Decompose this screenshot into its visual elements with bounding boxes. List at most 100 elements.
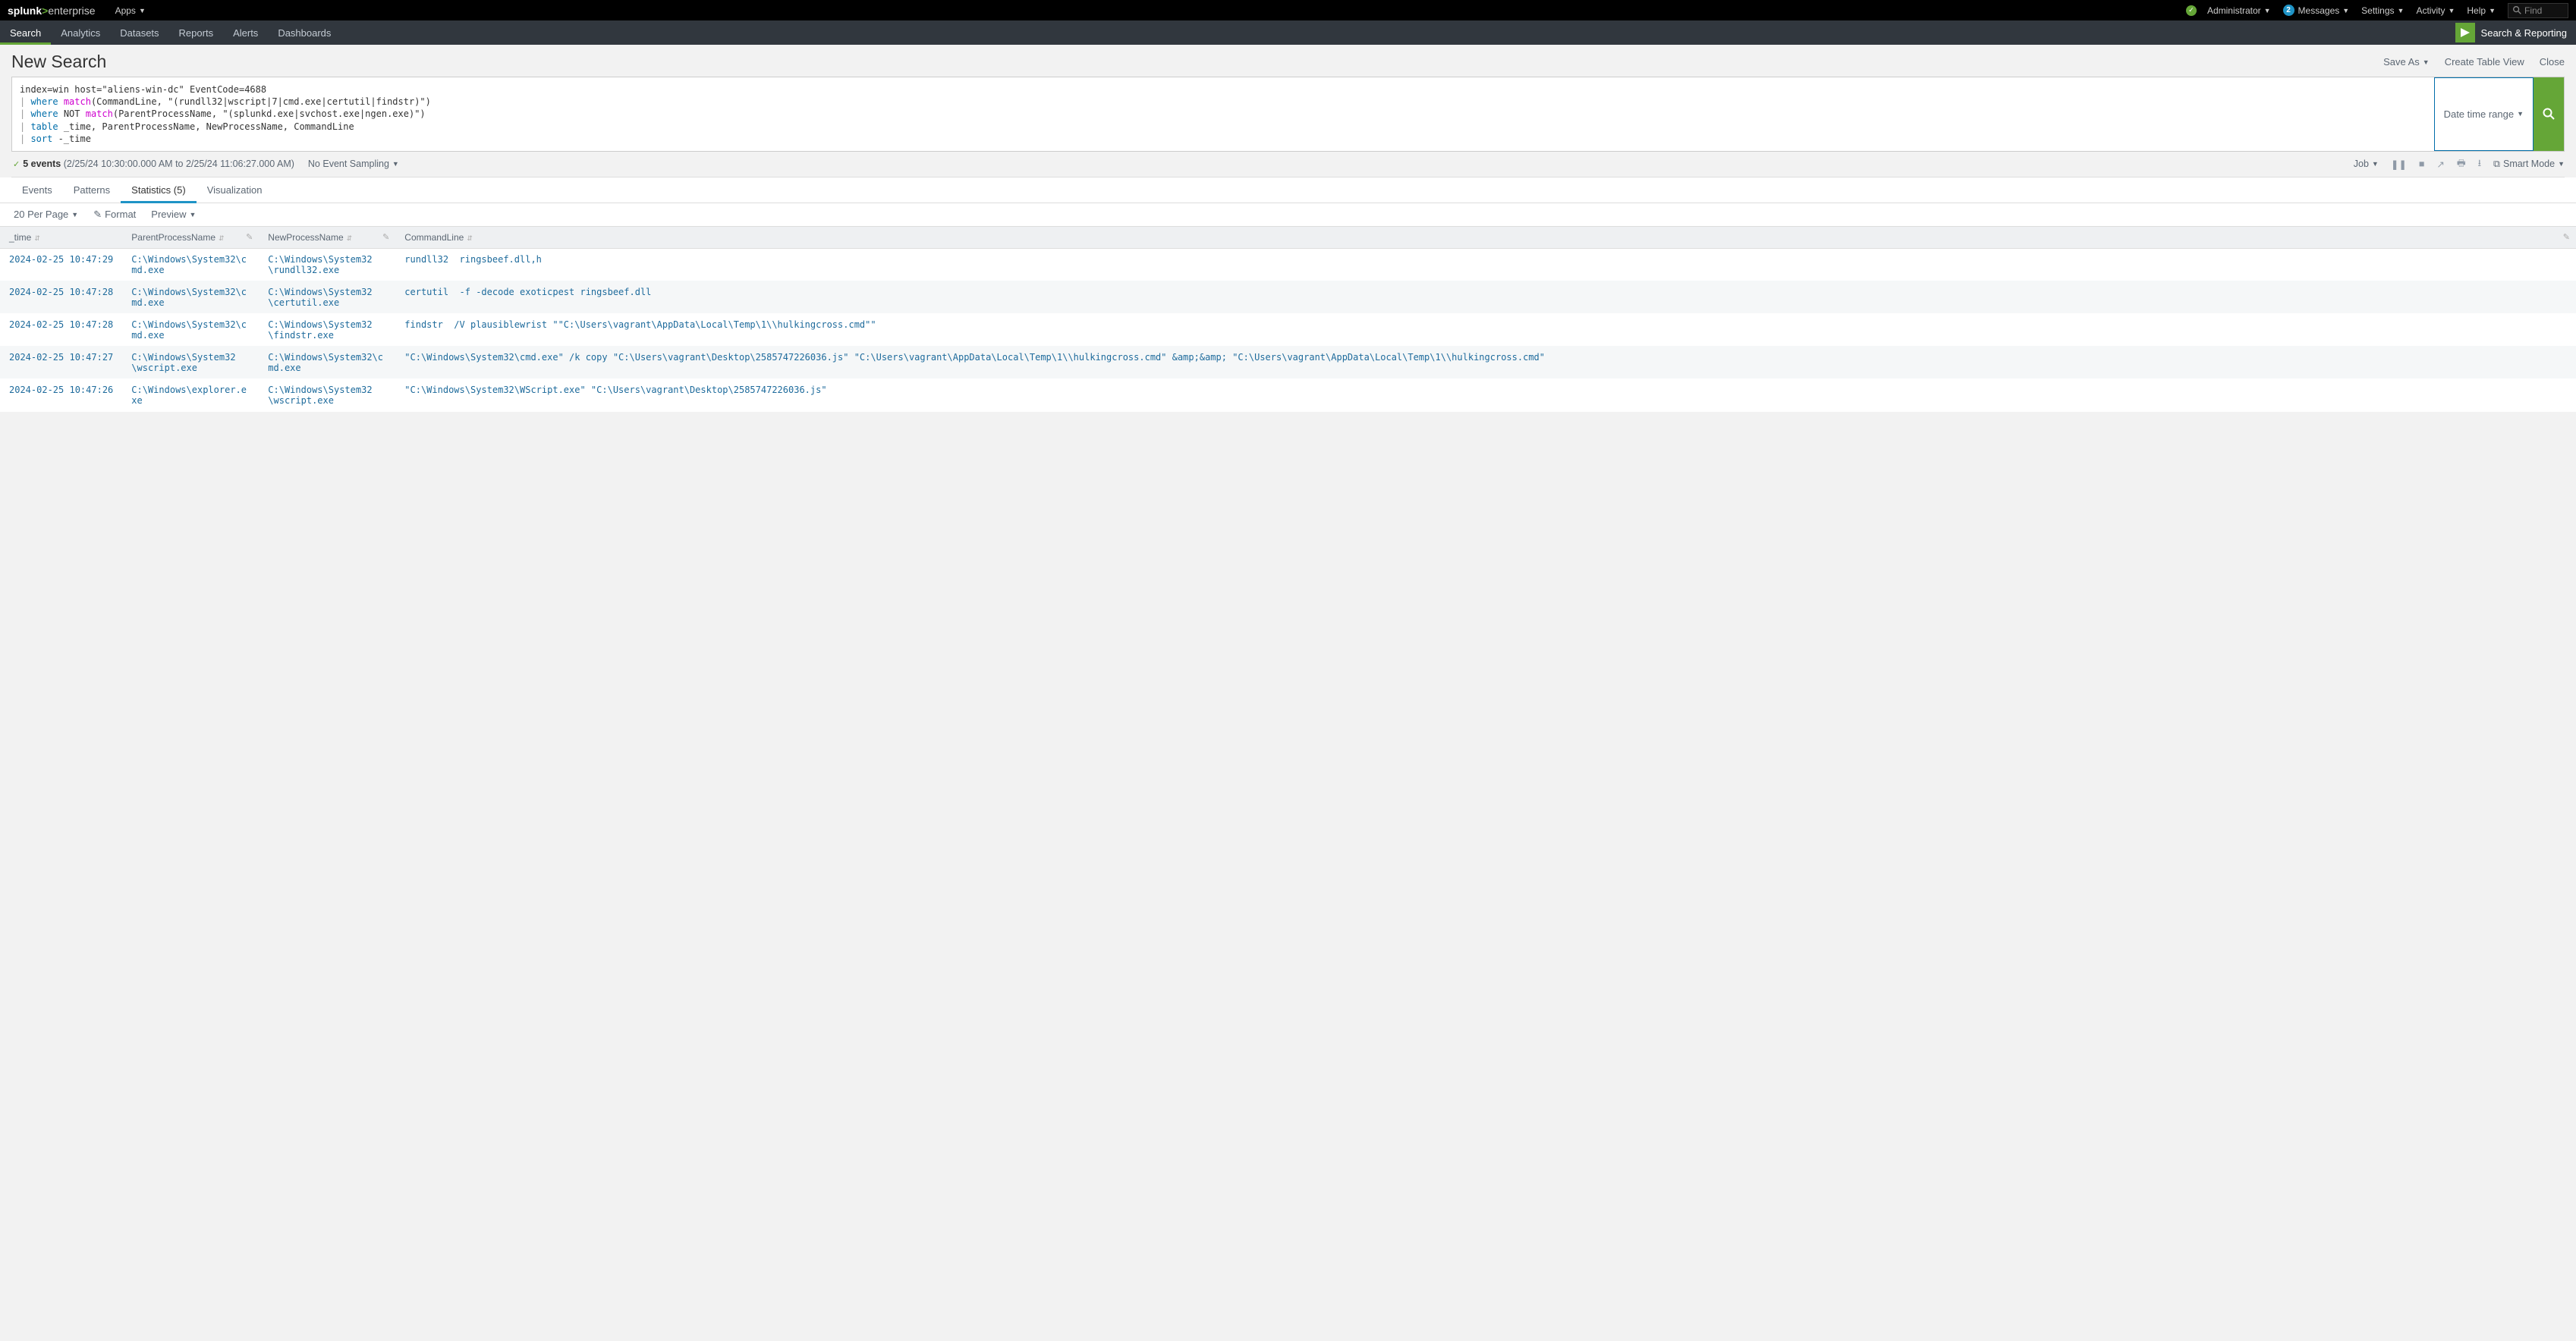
apps-label: Apps	[115, 5, 136, 16]
nav-analytics[interactable]: Analytics	[51, 20, 110, 45]
logo-brand: splunk	[8, 5, 42, 17]
results-table: _time⇵ ParentProcessName⇵✎ NewProcessNam…	[0, 227, 2576, 412]
cell[interactable]: C:\Windows\System32\cmd.exe	[122, 281, 259, 313]
sort-icon: ⇵	[34, 234, 40, 242]
per-page-menu[interactable]: 20 Per Page▼	[14, 209, 78, 220]
nav-search[interactable]: Search	[0, 20, 51, 45]
cell[interactable]: C:\Windows\System32\cmd.exe	[122, 313, 259, 346]
search-icon	[2543, 108, 2555, 120]
job-menu[interactable]: Job▼	[2354, 159, 2379, 169]
cell[interactable]: "C:\Windows\System32\cmd.exe" /k copy "C…	[395, 346, 2576, 378]
sampling-label: No Event Sampling	[308, 159, 389, 169]
cell[interactable]: C:\Windows\explorer.exe	[122, 378, 259, 411]
caret-icon: ▼	[2558, 160, 2565, 168]
cell[interactable]: findstr /V plausiblewrist ""C:\Users\vag…	[395, 313, 2576, 346]
cell[interactable]: 2024-02-25 10:47:28	[0, 313, 122, 346]
sort-icon: ⇵	[467, 234, 473, 242]
print-icon[interactable]: 🖶	[2457, 156, 2466, 172]
pencil-icon: ✎	[93, 209, 102, 221]
user-menu[interactable]: Administrator▼	[2201, 0, 2277, 20]
find-input[interactable]: Find	[2508, 3, 2568, 18]
caret-icon: ▼	[139, 7, 146, 14]
tab-statistics[interactable]: Statistics (5)	[121, 177, 197, 203]
create-table-view-button[interactable]: Create Table View	[2445, 56, 2524, 68]
nav-dashboards[interactable]: Dashboards	[268, 20, 341, 45]
format-label: Format	[105, 209, 136, 220]
table-row[interactable]: 2024-02-25 10:47:28C:\Windows\System32\c…	[0, 281, 2576, 313]
per-page-label: 20 Per Page	[14, 209, 68, 220]
cell[interactable]: 2024-02-25 10:47:29	[0, 248, 122, 281]
caret-icon: ▼	[190, 211, 197, 218]
pencil-icon[interactable]: ✎	[382, 232, 389, 242]
share-icon[interactable]: ↗	[2436, 159, 2444, 170]
messages-menu[interactable]: 2Messages▼	[2277, 0, 2356, 20]
save-as-menu[interactable]: Save As▼	[2383, 56, 2430, 68]
apps-menu[interactable]: Apps▼	[109, 0, 152, 20]
event-count[interactable]: 5 events (2/25/24 10:30:00.000 AM to 2/2…	[23, 159, 294, 169]
format-menu[interactable]: ✎Format	[93, 209, 136, 221]
cell[interactable]: "C:\Windows\System32\WScript.exe" "C:\Us…	[395, 378, 2576, 411]
tab-patterns[interactable]: Patterns	[63, 177, 121, 203]
caret-icon: ▼	[2342, 7, 2349, 14]
cell[interactable]: rundll32 ringsbeef.dll,h	[395, 248, 2576, 281]
spl-input[interactable]: index=win host="aliens-win-dc" EventCode…	[12, 77, 2434, 151]
logo-product: enterprise	[48, 5, 95, 17]
smart-mode-icon: ⧉	[2493, 159, 2500, 170]
cell[interactable]: 2024-02-25 10:47:26	[0, 378, 122, 411]
stop-icon[interactable]: ■	[2419, 159, 2425, 169]
search-mode-menu[interactable]: ⧉Smart Mode▼	[2493, 159, 2565, 170]
caret-icon: ▼	[71, 211, 78, 218]
health-badge-icon[interactable]: ✓	[2186, 5, 2197, 16]
settings-menu[interactable]: Settings▼	[2355, 0, 2410, 20]
global-topbar: splunk>enterprise Apps▼ ✓ Administrator▼…	[0, 0, 2576, 20]
activity-menu[interactable]: Activity▼	[2410, 0, 2461, 20]
cell[interactable]: C:\Windows\System32 \wscript.exe	[122, 346, 259, 378]
table-row[interactable]: 2024-02-25 10:47:27C:\Windows\System32 \…	[0, 346, 2576, 378]
find-placeholder: Find	[2524, 5, 2542, 16]
cell[interactable]: C:\Windows\System32 \certutil.exe	[259, 281, 395, 313]
preview-menu[interactable]: Preview▼	[151, 209, 196, 220]
search-icon	[2513, 6, 2521, 14]
cell[interactable]: C:\Windows\System32\cmd.exe	[259, 346, 395, 378]
run-search-button[interactable]	[2534, 77, 2564, 151]
col-commandline[interactable]: CommandLine⇵✎	[395, 227, 2576, 249]
cell[interactable]: C:\Windows\System32 \rundll32.exe	[259, 248, 395, 281]
cell[interactable]: 2024-02-25 10:47:27	[0, 346, 122, 378]
help-menu[interactable]: Help▼	[2461, 0, 2502, 20]
caret-icon: ▼	[2517, 110, 2524, 118]
table-row[interactable]: 2024-02-25 10:47:26C:\Windows\explorer.e…	[0, 378, 2576, 411]
time-range-label: Date time range	[2444, 108, 2515, 120]
nav-alerts[interactable]: Alerts	[223, 20, 268, 45]
cell[interactable]: C:\Windows\System32 \wscript.exe	[259, 378, 395, 411]
user-label: Administrator	[2207, 5, 2261, 16]
table-row[interactable]: 2024-02-25 10:47:29C:\Windows\System32\c…	[0, 248, 2576, 281]
pause-icon[interactable]: ❚❚	[2391, 159, 2407, 170]
col-parentprocess[interactable]: ParentProcessName⇵✎	[122, 227, 259, 249]
close-button[interactable]: Close	[2540, 56, 2565, 68]
help-label: Help	[2467, 5, 2486, 16]
cell[interactable]: C:\Windows\System32\cmd.exe	[122, 248, 259, 281]
nav-datasets[interactable]: Datasets	[110, 20, 168, 45]
status-bar: ✓ 5 events (2/25/24 10:30:00.000 AM to 2…	[11, 152, 2565, 177]
col-time[interactable]: _time⇵	[0, 227, 122, 249]
search-bar: index=win host="aliens-win-dc" EventCode…	[11, 77, 2565, 152]
cell[interactable]: certutil -f -decode exoticpest ringsbeef…	[395, 281, 2576, 313]
app-navbar: Search Analytics Datasets Reports Alerts…	[0, 20, 2576, 45]
nav-reports[interactable]: Reports	[169, 20, 224, 45]
table-row[interactable]: 2024-02-25 10:47:28C:\Windows\System32\c…	[0, 313, 2576, 346]
pencil-icon[interactable]: ✎	[246, 232, 253, 242]
cell[interactable]: 2024-02-25 10:47:28	[0, 281, 122, 313]
pencil-icon[interactable]: ✎	[2563, 232, 2570, 242]
export-icon[interactable]: ⭳	[2478, 156, 2481, 172]
messages-count-badge: 2	[2283, 5, 2294, 16]
app-label[interactable]: Search & Reporting	[2455, 20, 2576, 45]
time-range-picker[interactable]: Date time range▼	[2434, 77, 2534, 151]
smart-mode-label: Smart Mode	[2503, 159, 2555, 169]
titlebar: New Search Save As▼ Create Table View Cl…	[11, 52, 2565, 72]
col-newprocess[interactable]: NewProcessName⇵✎	[259, 227, 395, 249]
caret-icon: ▼	[392, 160, 399, 168]
tab-events[interactable]: Events	[11, 177, 63, 203]
cell[interactable]: C:\Windows\System32 \findstr.exe	[259, 313, 395, 346]
tab-visualization[interactable]: Visualization	[197, 177, 273, 203]
event-sampling-menu[interactable]: No Event Sampling▼	[308, 159, 399, 169]
